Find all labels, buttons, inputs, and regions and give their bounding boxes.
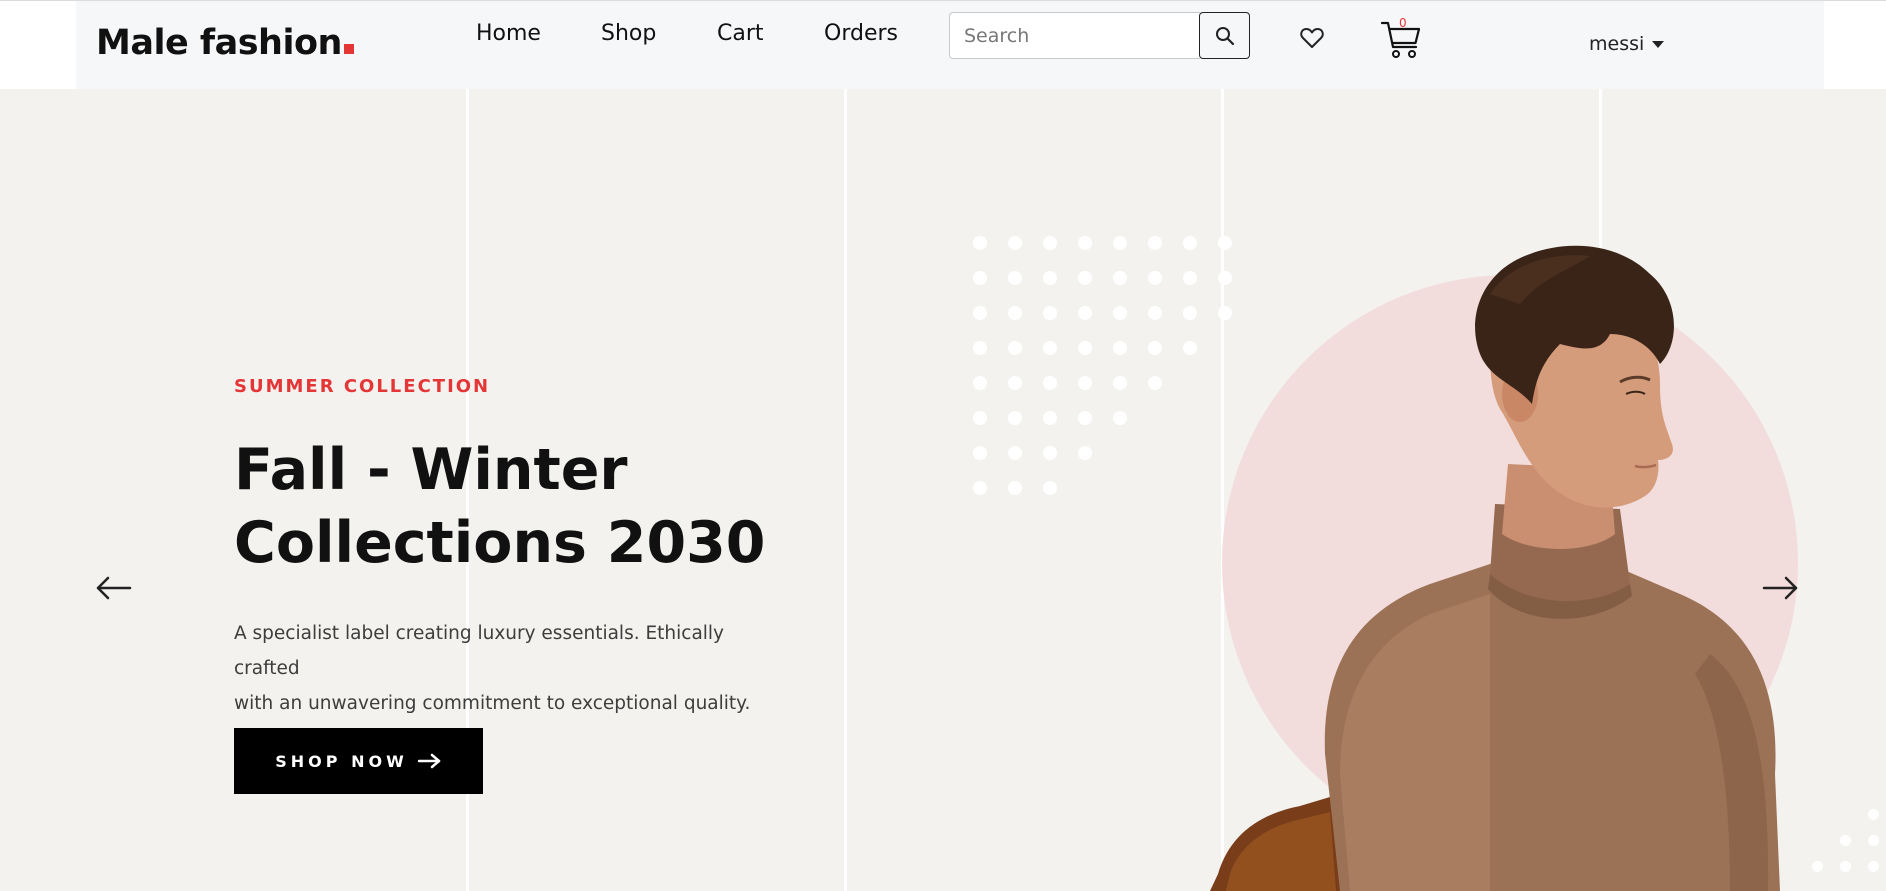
decorative-dot <box>1078 306 1092 320</box>
shop-now-button[interactable]: SHOP NOW <box>234 728 483 794</box>
logo-text: Male fashion <box>96 23 342 63</box>
arrow-right-icon[interactable] <box>1760 573 1800 603</box>
hero-description-line-1: A specialist label creating luxury essen… <box>234 623 725 679</box>
decorative-dot <box>1008 446 1022 460</box>
decorative-dot <box>973 306 987 320</box>
search-icon <box>1215 26 1234 45</box>
decorative-dot <box>1043 411 1057 425</box>
decorative-dot <box>1008 306 1022 320</box>
arrow-left-icon[interactable] <box>94 573 134 603</box>
shop-now-label: SHOP NOW <box>275 751 408 771</box>
hero-title-line-2: Collections 2030 <box>234 510 766 576</box>
decorative-dot <box>1043 271 1057 285</box>
decorative-dot <box>973 271 987 285</box>
hero-slider: SUMMER COLLECTION Fall - Winter Collecti… <box>0 89 1886 891</box>
decorative-dot <box>1008 411 1022 425</box>
decorative-dot <box>1148 271 1162 285</box>
decorative-dot <box>1868 861 1879 872</box>
search-button[interactable] <box>1199 12 1250 59</box>
decorative-dot <box>1148 306 1162 320</box>
decorative-dot <box>1008 341 1022 355</box>
decorative-dot <box>1868 809 1879 820</box>
decorative-dot <box>1113 271 1127 285</box>
decorative-dot <box>1812 861 1823 872</box>
decorative-dot <box>1043 376 1057 390</box>
decorative-dot <box>1043 236 1057 250</box>
user-name: messi <box>1589 33 1645 55</box>
decorative-dot <box>973 481 987 495</box>
hero-eyebrow: SUMMER COLLECTION <box>234 376 491 397</box>
hero-description: A specialist label creating luxury essen… <box>234 616 794 721</box>
decorative-dot <box>973 376 987 390</box>
arrow-right-icon <box>417 753 440 769</box>
decorative-dot <box>973 446 987 460</box>
decorative-dot <box>1148 376 1162 390</box>
user-menu-dropdown[interactable]: messi <box>1589 33 1665 55</box>
hero-title: Fall - Winter Collections 2030 <box>234 434 814 580</box>
nav-link-home[interactable]: Home <box>476 21 541 46</box>
caret-down-icon <box>1652 40 1665 48</box>
decorative-dot <box>1008 236 1022 250</box>
decorative-dot <box>1008 376 1022 390</box>
decorative-dot <box>1043 481 1057 495</box>
decorative-dot <box>1008 481 1022 495</box>
logo[interactable]: Male fashion <box>96 23 354 63</box>
decorative-dot <box>973 341 987 355</box>
hero-title-line-1: Fall - Winter <box>234 437 628 503</box>
search-input[interactable] <box>949 12 1200 59</box>
decorative-dot <box>1113 306 1127 320</box>
decorative-dot <box>973 411 987 425</box>
decorative-dot <box>973 236 987 250</box>
decorative-dot <box>1008 271 1022 285</box>
nav-link-orders[interactable]: Orders <box>824 21 898 46</box>
nav-link-cart[interactable]: Cart <box>717 21 764 46</box>
decorative-dot <box>1840 861 1851 872</box>
decorative-dot <box>1078 376 1092 390</box>
navbar: Male fashion Home Shop Cart Orders 0 mes… <box>0 0 1886 89</box>
decorative-dot <box>1868 835 1879 846</box>
decorative-dot <box>1043 306 1057 320</box>
decorative-dot <box>1043 446 1057 460</box>
hero-description-line-2: with an unwavering commitment to excepti… <box>234 693 751 714</box>
grid-line <box>844 89 847 891</box>
decorative-dot <box>1148 236 1162 250</box>
heart-icon[interactable] <box>1299 25 1325 51</box>
nav-link-shop[interactable]: Shop <box>601 21 656 46</box>
decorative-dot <box>1148 341 1162 355</box>
logo-dot <box>343 44 354 54</box>
cart-count-badge: 0 <box>1399 16 1407 30</box>
decorative-dot <box>1078 236 1092 250</box>
decorative-dot <box>1043 341 1057 355</box>
decorative-dot <box>1113 341 1127 355</box>
decorative-dot <box>1078 271 1092 285</box>
decorative-dot <box>1113 411 1127 425</box>
decorative-dot <box>1113 236 1127 250</box>
decorative-dot <box>1078 411 1092 425</box>
decorative-dot <box>1078 341 1092 355</box>
hero-model-image <box>1210 245 1780 891</box>
decorative-dot <box>1078 446 1092 460</box>
decorative-dot <box>1840 835 1851 846</box>
decorative-dot <box>1113 376 1127 390</box>
